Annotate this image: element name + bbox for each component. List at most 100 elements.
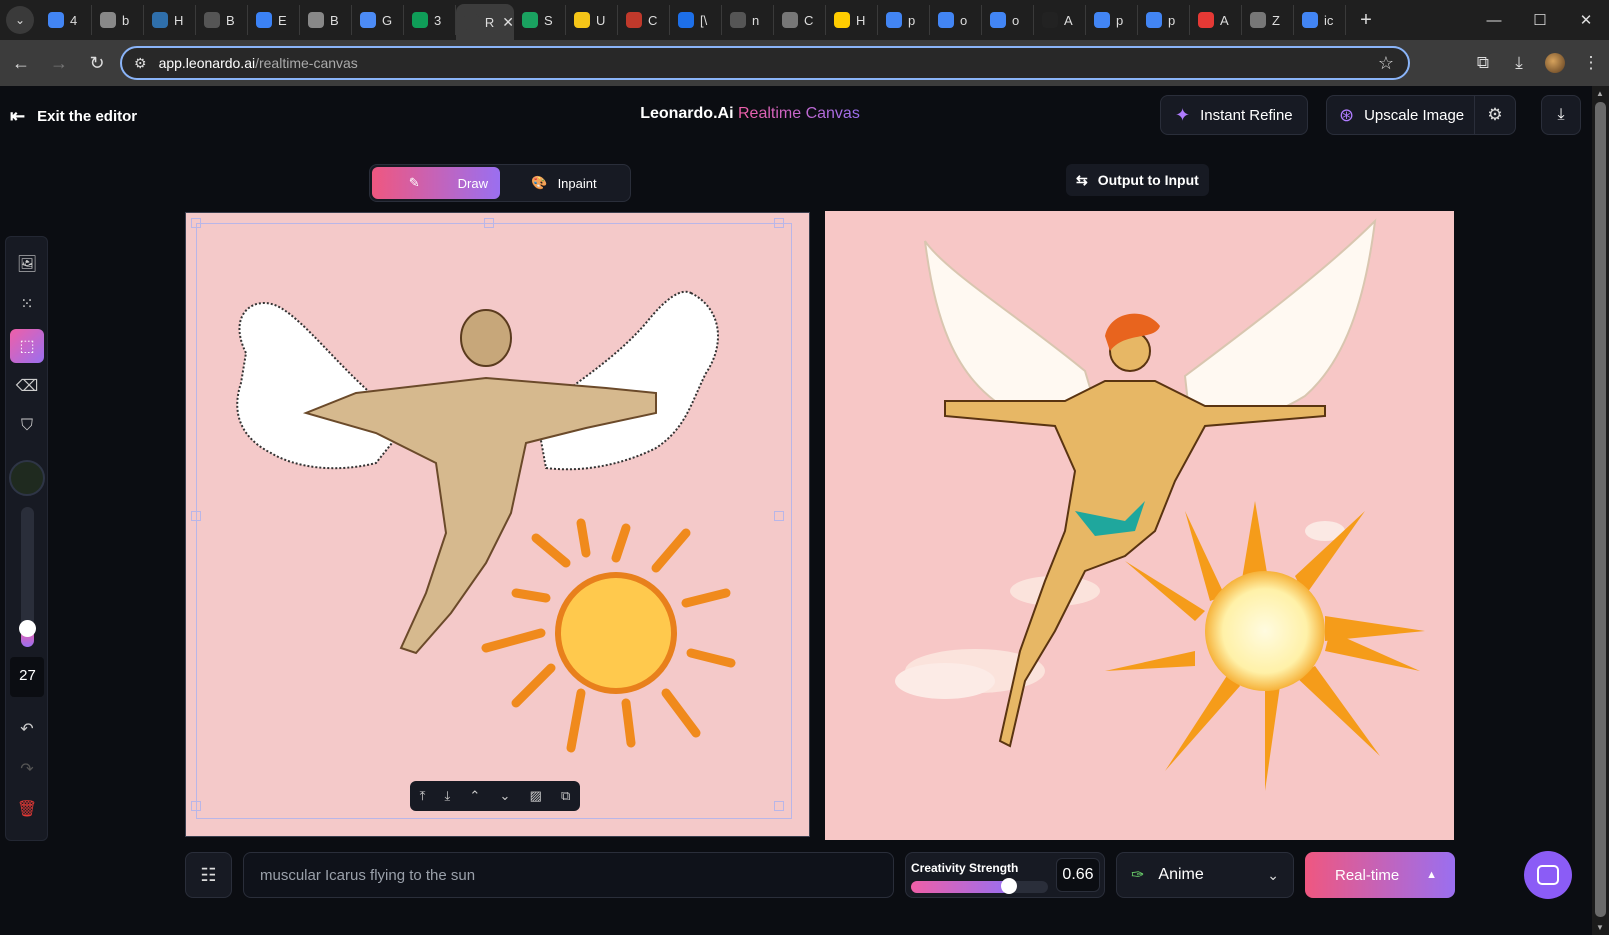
browser-tab[interactable]: H xyxy=(144,5,196,35)
browser-tab[interactable]: R ✕ xyxy=(456,4,514,40)
extensions-icon[interactable]: ⧉ xyxy=(1465,46,1501,80)
browser-tab[interactable]: 4 xyxy=(40,5,92,35)
select-tool-icon[interactable]: ⬚ xyxy=(10,329,44,363)
forward-button[interactable]: → xyxy=(42,46,76,80)
tab-title: S xyxy=(544,12,553,28)
upscale-label: Upscale Image xyxy=(1364,106,1465,124)
download-button[interactable]: ⤓ xyxy=(1541,95,1581,135)
redo-icon[interactable]: ↷ xyxy=(10,752,44,786)
output-to-input-label: Output to Input xyxy=(1097,172,1199,188)
tab-inpaint[interactable]: 🎨 Inpaint xyxy=(500,167,628,199)
scroll-up-icon[interactable]: ▲ xyxy=(1596,89,1604,98)
upscale-settings-gear-icon[interactable]: ⚙ xyxy=(1475,96,1515,134)
reload-button[interactable]: ↻ xyxy=(80,46,114,80)
browser-tab[interactable]: H xyxy=(826,5,878,35)
resize-handle[interactable] xyxy=(774,218,784,228)
trash-icon[interactable]: 🗑 xyxy=(10,792,44,826)
minimize-button[interactable]: — xyxy=(1471,0,1517,40)
eraser-icon[interactable]: ⌫ xyxy=(10,369,44,403)
creativity-strength-thumb[interactable] xyxy=(1001,878,1018,894)
bookmark-star-icon[interactable]: ☆ xyxy=(1378,53,1394,74)
address-bar[interactable]: ⚙ app.leonardo.ai/realtime-canvas ☆ xyxy=(120,46,1410,80)
browser-tab[interactable]: S xyxy=(514,5,566,35)
brand-product: Realtime Canvas xyxy=(737,105,860,122)
support-chat-button[interactable] xyxy=(1524,851,1572,899)
move-down-icon[interactable]: ⌄ xyxy=(500,788,511,804)
browser-tab[interactable]: b xyxy=(92,5,144,35)
browser-tab[interactable]: E xyxy=(248,5,300,35)
resize-handle[interactable] xyxy=(774,511,784,521)
transparency-icon[interactable]: ▨ xyxy=(530,788,542,804)
browser-tab[interactable]: Z xyxy=(1242,5,1294,35)
selection-frame[interactable] xyxy=(196,223,792,819)
browser-tab[interactable]: p xyxy=(1138,5,1190,35)
drawing-canvas[interactable] xyxy=(185,212,810,837)
add-image-icon[interactable]: 🖼 xyxy=(10,247,44,281)
tab-draw[interactable]: ✎ Draw xyxy=(372,167,500,199)
browser-tab[interactable]: p xyxy=(1086,5,1138,35)
site-info-icon[interactable]: ⚙ xyxy=(134,55,147,72)
browser-tab[interactable]: p xyxy=(878,5,930,35)
prompt-input[interactable]: muscular Icarus flying to the sun xyxy=(243,852,894,898)
instant-refine-button[interactable]: ✦ Instant Refine xyxy=(1160,95,1308,135)
bottom-controls: ☷ muscular Icarus flying to the sun Crea… xyxy=(0,841,1592,935)
browser-tab[interactable]: o xyxy=(930,5,982,35)
send-to-back-icon[interactable]: ⤓ xyxy=(445,788,451,804)
brush-size-slider[interactable] xyxy=(19,507,36,647)
back-button[interactable]: ← xyxy=(4,46,38,80)
browser-tab[interactable]: A xyxy=(1034,5,1086,35)
resize-handle[interactable] xyxy=(191,218,201,228)
close-window-button[interactable]: ✕ xyxy=(1563,0,1609,40)
creativity-strength-slider[interactable] xyxy=(911,878,1048,894)
browser-tab[interactable]: B xyxy=(196,5,248,35)
grid-icon[interactable]: ⁙ xyxy=(10,287,44,321)
output-to-input-button[interactable]: ⇆ Output to Input xyxy=(1066,164,1209,196)
instant-refine-label: Instant Refine xyxy=(1200,106,1293,124)
tab-favicon-icon xyxy=(522,12,538,28)
browser-tab[interactable]: ic xyxy=(1294,5,1346,35)
tab-favicon-icon xyxy=(100,12,116,28)
realtime-generate-button[interactable]: Real-time ▲ xyxy=(1305,852,1455,898)
browser-tab[interactable]: C xyxy=(618,5,670,35)
resize-handle[interactable] xyxy=(191,801,201,811)
browser-tab[interactable]: G xyxy=(352,5,404,35)
resize-handle[interactable] xyxy=(484,218,494,228)
browser-tab[interactable]: A xyxy=(1190,5,1242,35)
creativity-strength-value[interactable]: 0.66 xyxy=(1056,858,1100,892)
resize-handle[interactable] xyxy=(191,511,201,521)
tab-search-button[interactable]: ⌄ xyxy=(6,6,34,34)
generation-settings-button[interactable]: ☷ xyxy=(185,852,232,898)
tab-title: C xyxy=(804,12,814,28)
tab-title: [\ xyxy=(700,12,708,28)
scroll-down-icon[interactable]: ▼ xyxy=(1596,923,1604,932)
browser-tab[interactable]: n xyxy=(722,5,774,35)
bring-to-front-icon[interactable]: ⤒ xyxy=(420,788,426,804)
undo-icon[interactable]: ↶ xyxy=(10,712,44,746)
creativity-strength-control: Creativity Strength 0.66 xyxy=(905,852,1105,898)
brush-size-thumb[interactable] xyxy=(19,620,36,637)
style-dropdown[interactable]: ✑ Anime ⌄ xyxy=(1116,852,1294,898)
upscale-image-button[interactable]: ⊛ Upscale Image xyxy=(1327,96,1475,134)
browser-tab[interactable]: U xyxy=(566,5,618,35)
downloads-icon[interactable]: ⤓ xyxy=(1501,46,1537,80)
duplicate-icon[interactable]: ⧉ xyxy=(561,788,570,804)
browser-tab[interactable]: 3 xyxy=(404,5,456,35)
realtime-label: Real-time xyxy=(1335,866,1400,884)
resize-handle[interactable] xyxy=(774,801,784,811)
maximize-button[interactable]: ☐ xyxy=(1517,0,1563,40)
browser-tab[interactable]: o xyxy=(982,5,1034,35)
close-tab-icon[interactable]: ✕ xyxy=(502,14,514,31)
profile-avatar[interactable] xyxy=(1545,53,1565,73)
scrollbar-thumb[interactable] xyxy=(1595,102,1606,917)
tab-title: b xyxy=(122,12,130,28)
caret-up-icon[interactable]: ▲ xyxy=(1426,869,1437,881)
new-tab-button[interactable]: + xyxy=(1352,6,1380,34)
move-up-icon[interactable]: ⌃ xyxy=(469,788,480,804)
page-scrollbar[interactable]: ▲ ▼ xyxy=(1592,86,1609,935)
browser-menu-icon[interactable]: ⋮ xyxy=(1573,46,1609,80)
browser-tab[interactable]: B xyxy=(300,5,352,35)
browser-tab[interactable]: C xyxy=(774,5,826,35)
browser-tab[interactable]: [\ xyxy=(670,5,722,35)
paint-bucket-icon[interactable]: ⛉ xyxy=(10,409,44,443)
color-picker[interactable] xyxy=(9,460,45,496)
